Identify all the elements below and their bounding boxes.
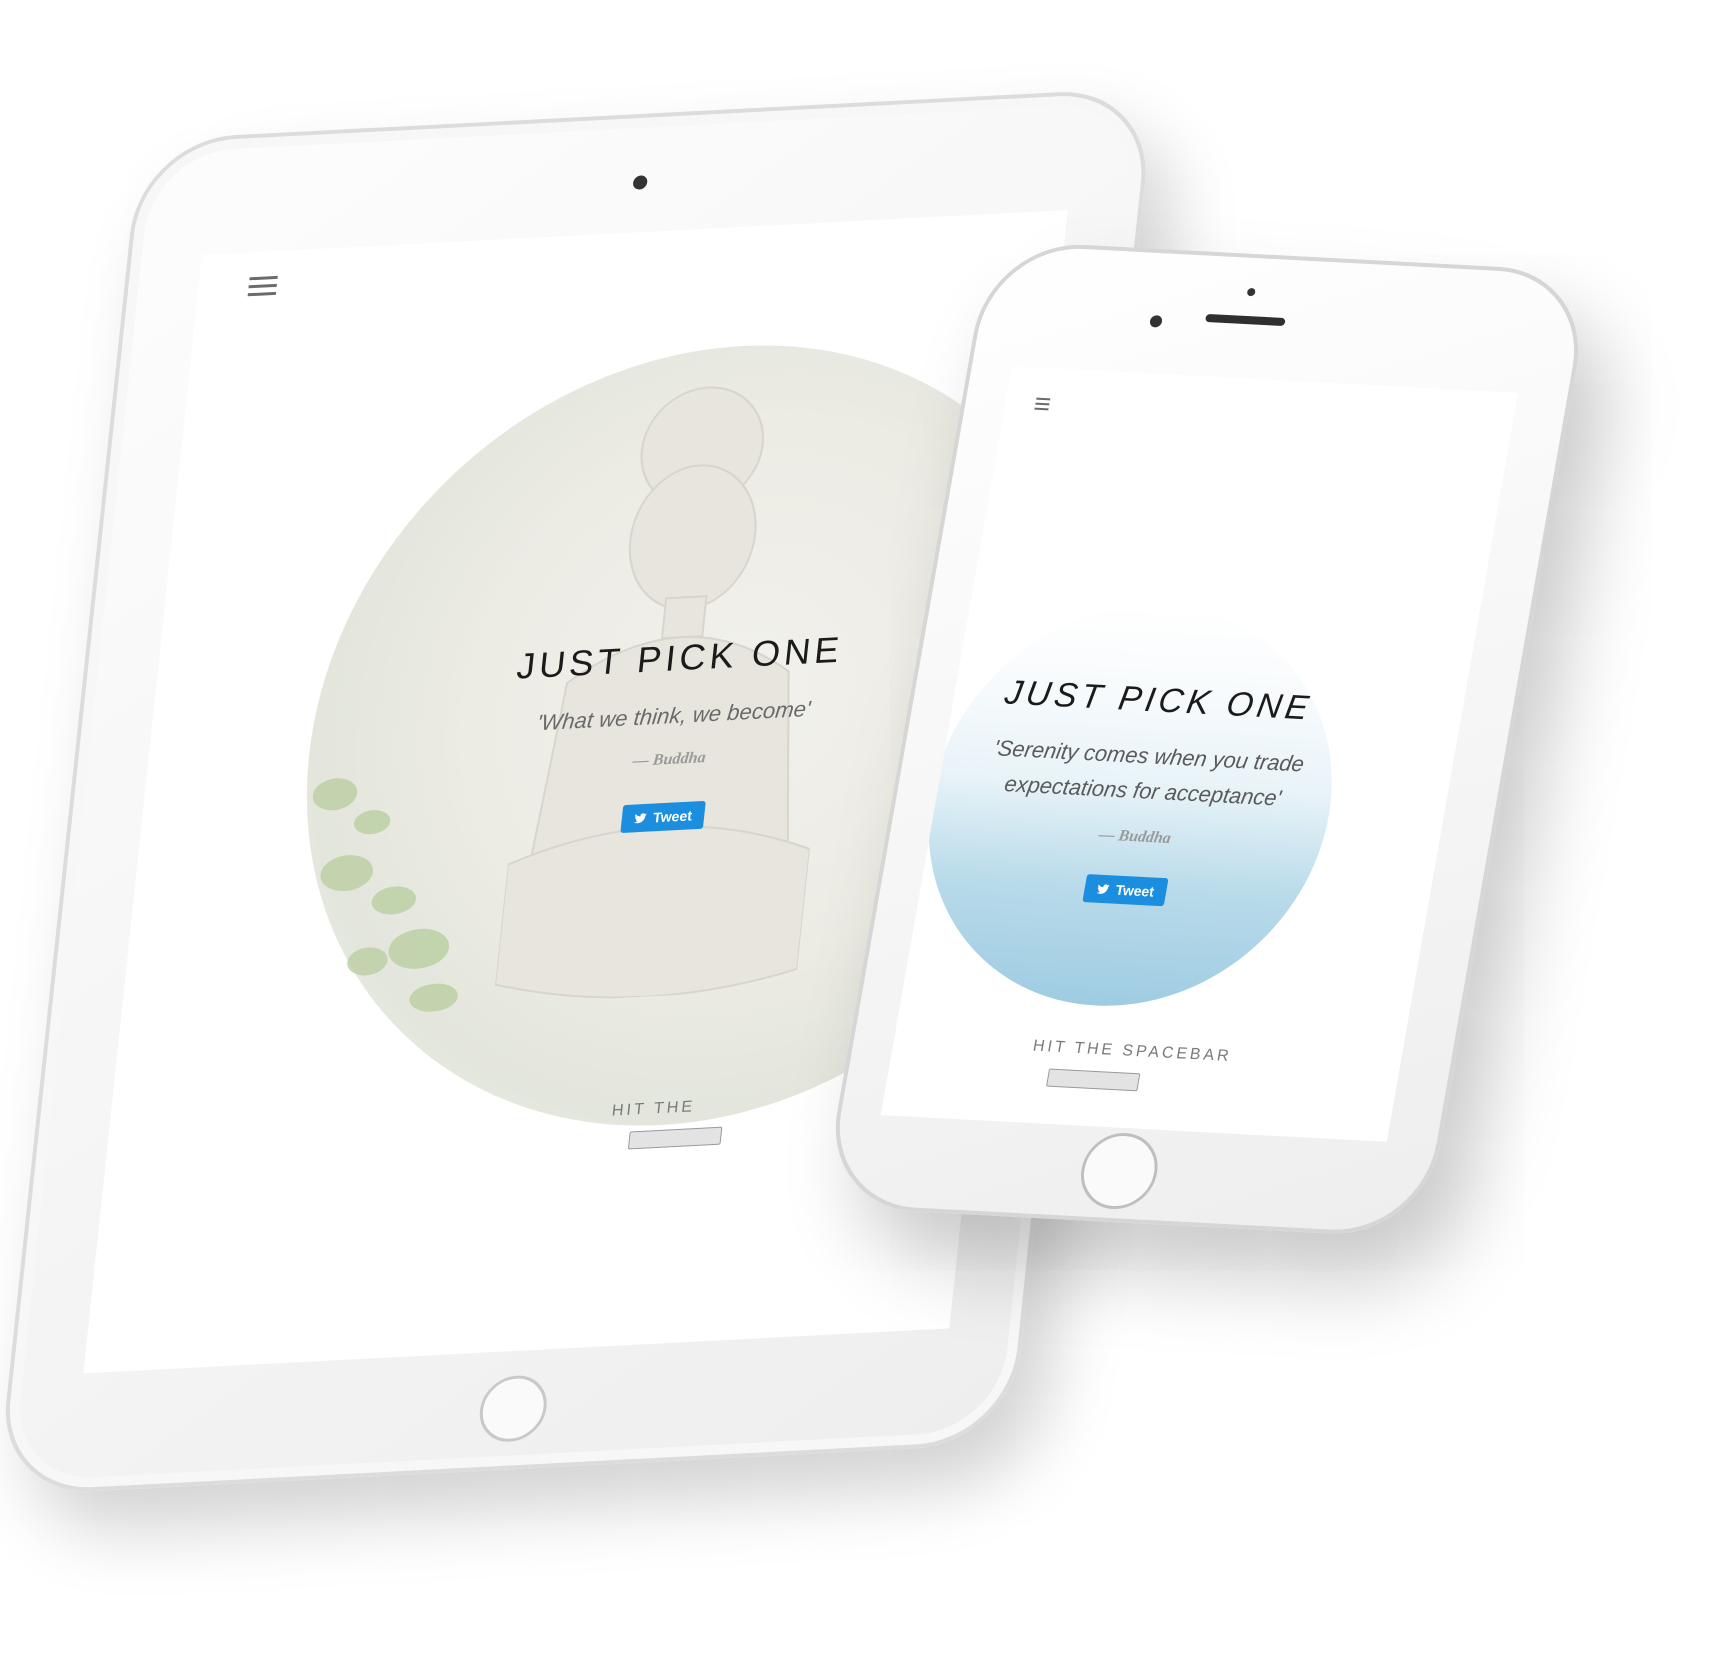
twitter-bird-icon	[1096, 884, 1110, 894]
spacebar-key-icon[interactable]	[627, 1126, 723, 1150]
quote-author: — Buddha	[631, 749, 707, 770]
phone-screen: JUST PICK ONE 'Serenity comes when you t…	[880, 366, 1518, 1142]
quote-text: 'What we think, we become'	[535, 695, 812, 736]
camera-icon	[1148, 315, 1164, 328]
quote-block: JUST PICK ONE 'Serenity comes when you t…	[939, 672, 1345, 914]
tweet-button[interactable]: Tweet	[1082, 874, 1169, 907]
tweet-button[interactable]: Tweet	[620, 800, 706, 834]
proximity-sensor	[1246, 287, 1256, 297]
side-button	[1515, 695, 1524, 706]
quote-author: — Buddha	[1097, 826, 1173, 848]
home-button[interactable]	[476, 1374, 550, 1444]
camera-icon	[632, 175, 648, 190]
tweet-button-label: Tweet	[652, 807, 693, 826]
hamburger-icon[interactable]	[247, 275, 278, 301]
spacebar-key-icon[interactable]	[1045, 1068, 1141, 1092]
twitter-bird-icon	[634, 812, 648, 823]
quote-block: JUST PICK ONE 'What we think, we become'…	[440, 626, 904, 843]
speaker-grille	[1204, 313, 1286, 327]
home-button[interactable]	[1074, 1131, 1164, 1211]
quote-text: 'Serenity comes when you trade expectati…	[991, 735, 1307, 811]
spacebar-hint: HIT THE SPACEBAR	[1031, 1037, 1234, 1065]
volume-button	[1541, 485, 1560, 556]
tweet-button-label: Tweet	[1114, 882, 1156, 901]
hamburger-icon[interactable]	[1034, 397, 1051, 414]
